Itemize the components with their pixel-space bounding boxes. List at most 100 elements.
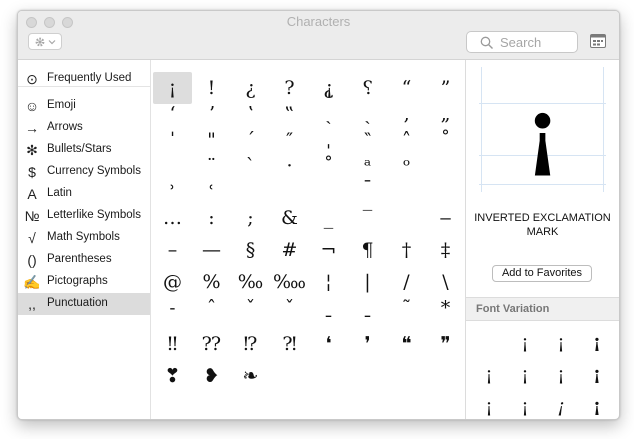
font-variation-header: Font Variation [466,297,619,321]
sidebar-item-bullets-stars[interactable]: ✻ Bullets/Stars [18,139,150,161]
character-cell[interactable]: : [192,202,231,234]
character-cell[interactable]: ˓ [192,172,231,204]
sidebar-item-parentheses[interactable]: () Parentheses [18,249,150,271]
character-cell[interactable]: ❜ [348,328,387,360]
grid-view-icon[interactable] [590,34,606,48]
font-variation-cell[interactable]: ¡ [543,360,579,390]
latin-a-icon: A [27,186,37,202]
square-root-icon: √ [28,230,36,246]
sidebar-item-pictographs[interactable]: ✍ Pictographs [18,271,150,293]
sidebar-item-label: Frequently Used [47,72,132,84]
character-cell[interactable]: ᵒ [387,150,426,182]
character-cell[interactable]: § [231,234,270,266]
font-variation-cell[interactable]: ¡ [543,328,579,358]
sidebar-item-emoji[interactable]: ☺ Emoji [18,95,150,117]
gear-icon [35,37,56,47]
sidebar-item-label: Latin [47,187,72,199]
pictograph-hand-icon: ✍ [23,274,41,290]
window-title: Characters [286,14,351,29]
character-cell[interactable]: ˈ [153,124,192,156]
character-cell[interactable]: ˗ [153,292,192,324]
sidebar-item-letterlike-symbols[interactable]: № Letterlike Symbols [18,205,150,227]
arrow-icon: → [25,120,39,136]
sidebar-item-currency-symbols[interactable]: $ Currency Symbols [18,161,150,183]
font-variation-cell[interactable]: ¡ [471,360,507,390]
sidebar-item-label: Arrows [47,121,83,133]
sidebar-separator [18,86,150,87]
numero-sign-icon: № [24,208,40,224]
character-cell[interactable]: ˒ [153,172,192,204]
search-input[interactable] [500,33,575,51]
character-cell[interactable]: … [153,202,192,234]
character-cell[interactable]: * [426,292,465,324]
character-cell[interactable]: ⁇ [192,328,231,360]
character-cell[interactable]: – [153,234,192,266]
sidebar-item-label: Pictographs [47,275,108,287]
character-cell[interactable]: ❣ [153,360,192,392]
font-variation-cell[interactable]: ¡ [543,392,579,419]
action-menu-button[interactable] [28,33,62,50]
parentheses-icon: () [27,252,37,268]
sidebar-item-label: Currency Symbols [47,165,141,177]
character-cell[interactable]: ˍ [309,292,348,324]
font-variation-title: Font Variation [476,303,550,315]
character-cell[interactable]: ❝ [387,328,426,360]
character-cell[interactable]: ¬ [309,234,348,266]
character-cell[interactable]: ❛ [309,328,348,360]
font-variation-cell[interactable]: ¡ [471,392,507,419]
font-variation-cell[interactable]: ¡ [579,392,615,419]
character-cell[interactable]: ˍ [348,292,387,324]
character-preview: ¡ [479,67,606,192]
character-cell[interactable]: ⁈ [270,328,309,360]
character-cell[interactable]: ˚ [309,150,348,182]
character-cell[interactable]: † [387,234,426,266]
character-cell[interactable]: ‒ [426,202,465,234]
character-cell[interactable]: ˜ [387,292,426,324]
character-cell[interactable]: ❥ [192,360,231,392]
character-cell[interactable]: ˇ [231,292,270,324]
character-cell[interactable]: ⁉ [231,328,270,360]
font-variation-cell[interactable]: ¡ [579,360,615,390]
character-cell[interactable]: · [270,150,309,182]
preview-glyph: ¡ [524,81,561,180]
search-field[interactable] [466,31,578,53]
character-cell[interactable]: ‾ [348,202,387,234]
character-cell[interactable]: ˚ [426,124,465,156]
character-cell[interactable]: ˆ [192,292,231,324]
font-variation-cell[interactable]: ¡ [507,328,543,358]
character-cell[interactable]: & [270,202,309,234]
sidebar-item-label: Parentheses [47,253,112,265]
sidebar-item-math-symbols[interactable]: √ Math Symbols [18,227,150,249]
character-cell[interactable]: ˋ [231,150,270,182]
character-cell[interactable]: ¶ [348,234,387,266]
search-icon [480,36,493,49]
character-cell[interactable]: ˇ [270,292,309,324]
character-cell[interactable]: ; [231,202,270,234]
pane-divider [465,60,466,419]
character-cell[interactable]: ˉ [348,172,387,204]
character-cell[interactable]: _ [309,202,348,234]
character-cell[interactable]: # [270,234,309,266]
font-variation-cell[interactable]: ¡ [507,392,543,419]
character-cell[interactable]: — [192,234,231,266]
sidebar-item-label: Punctuation [47,297,108,309]
character-cell[interactable]: ❞ [426,328,465,360]
emoji-face-icon: ☺ [24,98,40,114]
sidebar-item-label: Bullets/Stars [47,143,112,155]
character-name: INVERTED EXCLAMATION MARK [474,212,611,238]
character-grid: ¡! ¿? ⸘ ⸮ “” ʻ ʼ ʽ ‟ ˏ ˎ ‚ „ ˈ " ˊ ″ ˌ ‶ ˄ ˚ ¨ ˋ · ˚ ᵃ ᵒ ˒ ˓ ˉ…:; & _ ‾ ‒… [151,60,465,419]
category-sidebar: ⊙ Frequently Used ☺ Emoji → Arrows ✻ Bullets/St… [18,60,151,419]
character-cell[interactable]: ‡ [426,234,465,266]
character-cell[interactable]: ❧ [231,360,270,392]
title-bar: Characters [18,11,619,60]
sidebar-item-punctuation[interactable]: ,, Punctuation [18,293,150,315]
sidebar-item-latin[interactable]: A Latin [18,183,150,205]
character-cell[interactable]: ‼ [153,328,192,360]
punctuation-icon: ,, [28,296,36,312]
dollar-icon: $ [28,164,36,180]
font-variation-cell[interactable]: ¡ [579,328,615,358]
sidebar-item-arrows[interactable]: → Arrows [18,117,150,139]
font-variation-cell[interactable]: ¡ [507,360,543,390]
sidebar-item-label: Letterlike Symbols [47,209,141,221]
add-to-favorites-button[interactable]: Add to Favorites [492,265,592,282]
